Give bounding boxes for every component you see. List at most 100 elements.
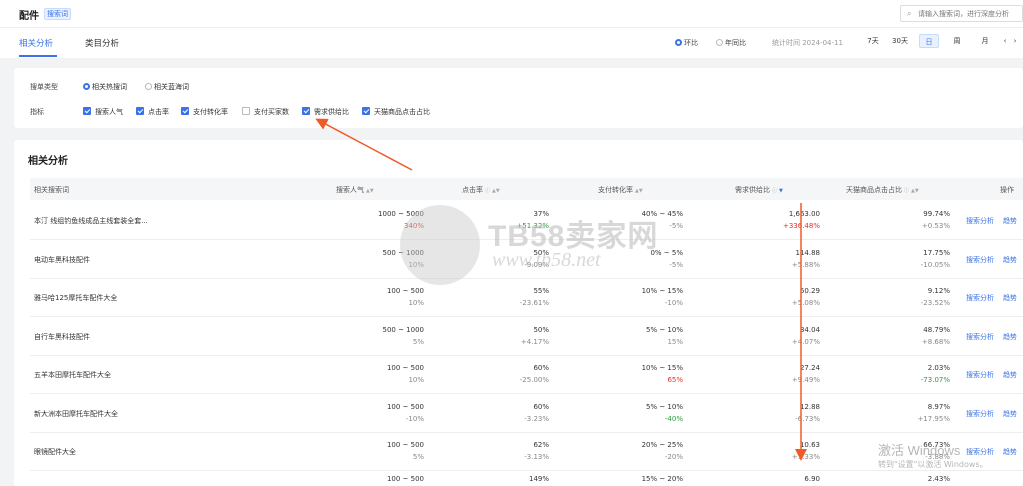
search-analysis-link[interactable]: 搜索分析 [966,255,994,265]
demand-supply-value: 50.29 [799,287,820,295]
demand-supply-change: +336.48% [782,222,820,230]
demand-supply-value: 114.88 [795,248,821,257]
metric-demand-supply[interactable]: 需求供给比 [302,107,349,117]
search-analysis-link[interactable]: 搜索分析 [966,447,994,457]
conversion-change: -5% [669,260,683,269]
next-icon[interactable]: › [1011,34,1019,48]
help-icon[interactable]: ⓘ [772,188,777,194]
search-analysis-link[interactable]: 搜索分析 [966,332,994,342]
col-conversion[interactable]: 支付转化率 ▲▼ [598,185,643,195]
col-actions: 操作 [1000,186,1014,194]
search-analysis-link[interactable]: 搜索分析 [966,293,994,303]
table-row[interactable]: 眼镜配件大全 100 ~ 500 5% 62% -3.13% 20% ~ 25% -20% 1… [30,433,1023,471]
help-icon[interactable]: ⓘ [485,188,490,194]
keyword-cell[interactable]: 眼镜配件大全 [34,447,76,457]
table-row[interactable]: 雅马哈125摩托车配件大全 100 ~ 500 10% 55% -23.61% 10% ~… [30,279,1023,317]
search-popularity-value: 100 ~ 500 [386,474,424,483]
sort-icon[interactable]: ▲▼ [911,188,919,194]
search-analysis-link[interactable]: 搜索分析 [966,370,994,380]
trend-link[interactable]: 趋势 [1003,370,1017,380]
col-label: 点击率 [462,186,483,194]
checkbox-icon [181,107,189,115]
table-row[interactable]: 本汀 线组钓鱼线成品主线套装全套... 1000 ~ 5000 340% 37% +51… [30,202,1023,240]
col-tmall-click-share[interactable]: 天猫商品点击占比 ⓘ ▲▼ [846,185,919,195]
trend-link[interactable]: 趋势 [1003,216,1017,226]
checkbox-icon [136,107,144,115]
active-tab-indicator [19,55,57,57]
col-demand-supply[interactable]: 需求供给比 ⓘ ▼ [735,185,783,195]
option-label: 相关热搜词 [92,83,127,91]
sort-icon[interactable]: ▲▼ [492,188,500,194]
conversion-value: 10% ~ 15% [641,287,683,295]
tab-category-analysis[interactable]: 类目分析 [85,37,119,49]
sort-desc-icon[interactable]: ▼ [779,188,783,194]
tmall-share-value: 99.74% [923,210,950,218]
search-box[interactable]: ⌕ [900,5,1023,22]
period-7d[interactable]: 7天 [864,34,882,48]
table-header: 相关搜索词 搜索人气 ▲▼ 点击率 ⓘ ▲▼ 支付转化率 ▲▼ 需求供给比 ⓘ ▼ 天猫商品… [30,178,1023,200]
keyword-cell[interactable]: 自行车黑科技配件 [34,332,90,342]
radio-mom[interactable]: 环比 [675,38,698,48]
period-day[interactable]: 日 [919,34,939,48]
period-30d[interactable]: 30天 [890,34,910,48]
keyword-cell[interactable]: 本汀 线组钓鱼线成品主线套装全套... [34,216,148,226]
trend-link[interactable]: 趋势 [1003,293,1017,303]
conversion-value: 40% ~ 45% [641,210,683,218]
search-popularity-value: 1000 ~ 5000 [378,210,424,218]
table-row[interactable]: 五羊本田摩托车配件大全 100 ~ 500 10% 60% -25.00% 10% ~ 1… [30,356,1023,394]
metric-search-popularity[interactable]: 搜索人气 [83,107,123,117]
table-row[interactable]: 新大洲本田摩托车配件大全 100 ~ 500 -10% 60% -3.23% 5% ~ 1… [30,395,1023,433]
search-analysis-link[interactable]: 搜索分析 [966,409,994,419]
keyword-cell[interactable]: 五羊本田摩托车配件大全 [34,370,111,380]
search-popularity-change: 10% [408,299,424,307]
metric-buyers[interactable]: 支付买家数 [242,107,289,117]
period-week[interactable]: 周 [949,34,965,48]
tmall-share-change: -10.05% [920,260,950,269]
option-label: 支付买家数 [254,108,289,116]
metric-tmall-click-share[interactable]: 天猫商品点击占比 [362,107,430,117]
search-analysis-link[interactable]: 搜索分析 [966,216,994,226]
related-analysis-card: 相关分析 相关搜索词 搜索人气 ▲▼ 点击率 ⓘ ▲▼ 支付转化率 ▲▼ 需求供给比 ⓘ ▼… [14,140,1023,486]
list-type-label: 搜单类型 [30,83,58,91]
demand-supply-value: 6.90 [804,474,820,483]
keyword-cell[interactable]: 雅马哈125摩托车配件大全 [34,293,117,303]
conversion-change: -5% [669,222,683,230]
sort-icon[interactable]: ▲▼ [366,188,374,194]
search-input[interactable] [918,8,1022,20]
tab-related-analysis[interactable]: 相关分析 [19,37,53,49]
conversion-value: 20% ~ 25% [641,441,683,449]
prev-icon[interactable]: ‹ [1001,34,1009,48]
search-icon[interactable]: ⌕ [907,9,911,19]
sort-icon[interactable]: ▲▼ [635,188,643,194]
help-icon[interactable]: ⓘ [904,188,909,194]
keyword-cell[interactable]: 电动车黑科技配件 [34,255,90,265]
trend-link[interactable]: 趋势 [1003,255,1017,265]
metric-ctr[interactable]: 点击率 [136,107,169,117]
ctr-value: 60% [533,402,549,411]
tmall-share-change: -23.52% [920,299,950,307]
trend-link[interactable]: 趋势 [1003,409,1017,419]
tmall-share-value: 17.75% [923,248,950,257]
option-label: 点击率 [148,108,169,116]
keyword-cell[interactable]: 新大洲本田摩托车配件大全 [34,409,118,419]
list-type-blue-ocean[interactable]: 相关蓝海词 [145,82,189,92]
demand-supply-value: 1,663.00 [788,210,820,218]
page-title: 配件 [19,11,39,22]
radio-yoy[interactable]: 年同比 [716,38,746,48]
list-type-hot[interactable]: 相关热搜词 [83,82,127,92]
col-search-popularity[interactable]: 搜索人气 ▲▼ [336,185,374,195]
ctr-value: 50% [533,325,549,334]
trend-link[interactable]: 趋势 [1003,332,1017,342]
tmall-share-value: 66.73% [923,441,950,449]
col-ctr[interactable]: 点击率 ⓘ ▲▼ [462,185,500,195]
period-month[interactable]: 月 [977,34,993,48]
metric-conversion[interactable]: 支付转化率 [181,107,228,117]
table-row[interactable]: 自行车黑科技配件 500 ~ 1000 5% 50% +4.17% 5% ~ 10% 15%… [30,318,1023,356]
trend-link[interactable]: 趋势 [1003,447,1017,457]
ctr-change: +4.17% [520,337,549,346]
table-row[interactable]: 100 ~ 500149%15% ~ 20%6.902.43%搜索分析趋势 [30,472,1023,486]
search-popularity-value: 100 ~ 500 [386,364,424,372]
col-keyword: 相关搜索词 [34,186,69,194]
ctr-change: -25.00% [519,376,549,384]
table-row[interactable]: 电动车黑科技配件 500 ~ 1000 10% 50% -9.09% 0% ~ 5% -5%… [30,241,1023,279]
